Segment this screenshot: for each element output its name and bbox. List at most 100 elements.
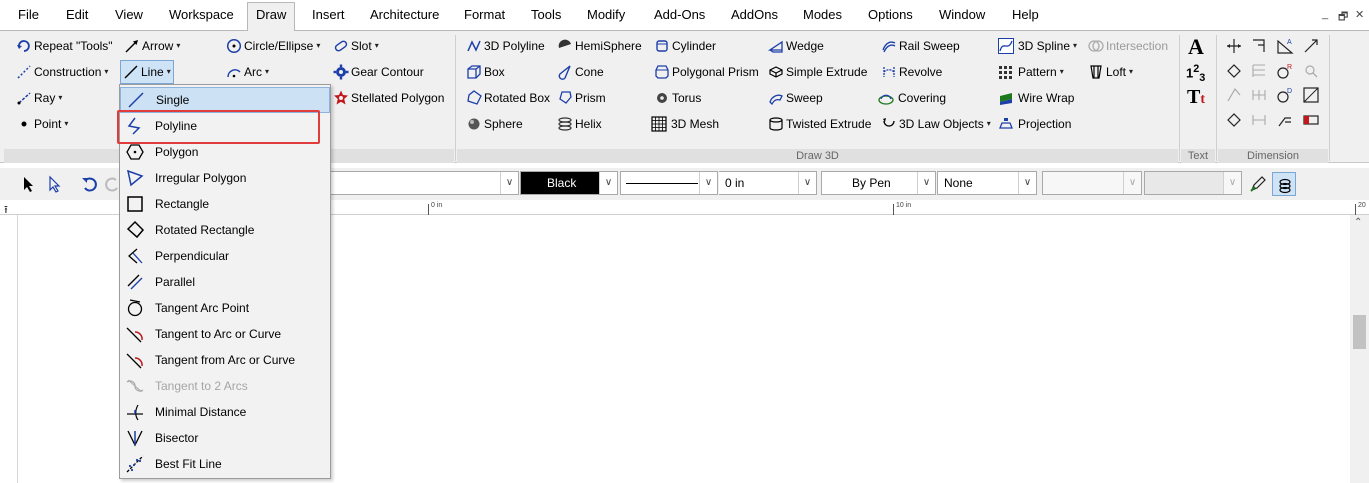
menu-modify[interactable]: Modify (587, 6, 625, 26)
menu-item-bisector[interactable]: Bisector (120, 425, 330, 451)
dimension-horizontal-icon[interactable] (1225, 37, 1243, 55)
undo-icon[interactable] (80, 175, 98, 193)
dimension-tolerance-icon[interactable] (1302, 111, 1320, 129)
menu-architecture[interactable]: Architecture (370, 6, 439, 26)
text-format-icon[interactable]: Tt (1187, 86, 1205, 109)
dimension-chain-icon[interactable] (1250, 86, 1268, 104)
minimize-icon[interactable]: _ (1322, 8, 1328, 20)
projection-button[interactable]: Projection (998, 113, 1071, 135)
select-edit-icon[interactable] (46, 175, 64, 193)
helix-button[interactable]: Helix (557, 113, 602, 135)
menu-add-ons[interactable]: Add-Ons (654, 6, 705, 26)
construction-button[interactable]: Construction ▾ (16, 61, 108, 83)
layers-toggle[interactable] (1272, 172, 1296, 196)
3d-polyline-button[interactable]: 3D Polyline (466, 35, 545, 57)
simple-extrude-button[interactable]: Simple Extrude (768, 61, 867, 83)
menu-tools[interactable]: Tools (531, 6, 561, 26)
torus-button[interactable]: Torus (654, 87, 701, 109)
prism-button[interactable]: Prism (557, 87, 606, 109)
attribute-select-2[interactable]: ∨ (1144, 171, 1242, 195)
menu-file[interactable]: File (18, 6, 39, 26)
wire-wrap-button[interactable]: Wire Wrap (998, 87, 1074, 109)
3d-mesh-button[interactable]: 3D Mesh (651, 113, 719, 135)
menu-item-parallel[interactable]: Parallel (120, 269, 330, 295)
dimension-arc-icon[interactable] (1302, 37, 1320, 55)
box-button[interactable]: Box (466, 61, 505, 83)
dimension-vertical-icon[interactable] (1250, 37, 1268, 55)
close-icon[interactable]: ✕ (1355, 8, 1364, 21)
scrollbar-thumb[interactable] (1353, 315, 1366, 349)
chevron-down-icon[interactable]: ∨ (500, 172, 518, 194)
none-select[interactable]: None ∨ (937, 171, 1037, 195)
revolve-button[interactable]: Revolve (881, 61, 942, 83)
chevron-down-icon[interactable]: ∨ (798, 172, 816, 194)
dimension-continue-icon[interactable] (1250, 111, 1268, 129)
chevron-down-icon[interactable]: ∨ (1123, 172, 1141, 194)
twisted-extrude-button[interactable]: Twisted Extrude (768, 113, 871, 135)
restore-icon[interactable]: 🗗 (1338, 8, 1348, 27)
chevron-down-icon[interactable]: ∨ (1223, 172, 1241, 194)
pencil-icon[interactable] (1249, 175, 1267, 193)
menu-item-tangent-to-arc[interactable]: Tangent to Arc or Curve (120, 321, 330, 347)
3d-law-objects-button[interactable]: 3D Law Objects ▾ (881, 113, 991, 135)
dimension-box-icon[interactable] (1302, 86, 1320, 104)
dimension-search-icon[interactable] (1302, 62, 1320, 80)
text-tool-icon[interactable]: A (1188, 34, 1204, 60)
sweep-button[interactable]: Sweep (768, 87, 823, 109)
wedge-button[interactable]: Wedge (768, 35, 824, 57)
menu-insert[interactable]: Insert (312, 6, 345, 26)
sphere-button[interactable]: Sphere (466, 113, 523, 135)
menu-draw[interactable]: Draw (247, 2, 296, 31)
line-thickness-select[interactable]: 0 in ∨ (719, 171, 817, 195)
pattern-button[interactable]: Pattern ▾ (998, 61, 1064, 83)
arrow-button[interactable]: Arrow ▾ (124, 35, 180, 57)
menu-format[interactable]: Format (464, 6, 505, 26)
chevron-down-icon[interactable]: ∨ (699, 172, 717, 194)
loft-button[interactable]: Loft ▾ (1088, 61, 1133, 83)
menu-item-tangent-arc-point[interactable]: Tangent Arc Point (120, 295, 330, 321)
numbering-icon[interactable]: 123 (1186, 63, 1205, 84)
3d-spline-button[interactable]: 3D Spline ▾ (998, 35, 1077, 57)
dimension-leader-icon[interactable] (1225, 111, 1243, 129)
point-button[interactable]: Point ▾ (16, 113, 68, 135)
menu-help[interactable]: Help (1012, 6, 1039, 26)
select-arrow-icon[interactable] (20, 175, 38, 193)
menu-item-irregular-polygon[interactable]: Irregular Polygon (120, 165, 330, 191)
layer-select[interactable]: ∨ (330, 171, 519, 195)
scroll-up-icon[interactable]: ⌃ (1354, 217, 1362, 228)
menu-window[interactable]: Window (939, 6, 985, 26)
menu-modes[interactable]: Modes (803, 6, 842, 26)
dimension-aligned-icon[interactable] (1225, 62, 1243, 80)
menu-view[interactable]: View (115, 6, 143, 26)
covering-button[interactable]: Covering (878, 87, 946, 109)
line-button[interactable]: Line ▾ (120, 60, 174, 84)
menu-item-best-fit-line[interactable]: Best Fit Line (120, 451, 330, 477)
menu-workspace[interactable]: Workspace (169, 6, 234, 26)
rail-sweep-button[interactable]: Rail Sweep (881, 35, 960, 57)
menu-options[interactable]: Options (868, 6, 913, 26)
dimension-diameter-icon[interactable]: D (1276, 86, 1294, 104)
menu-item-tangent-from-arc[interactable]: Tangent from Arc or Curve (120, 347, 330, 373)
menu-item-minimal-distance[interactable]: Minimal Distance (120, 399, 330, 425)
attribute-select-1[interactable]: ∨ (1042, 171, 1142, 195)
cylinder-button[interactable]: Cylinder (654, 35, 716, 57)
intersection-button[interactable]: Intersection (1088, 35, 1168, 57)
rotated-box-button[interactable]: Rotated Box (466, 87, 550, 109)
hemisphere-button[interactable]: HemiSphere (557, 35, 642, 57)
color-select[interactable]: Black ∨ (520, 171, 618, 195)
chevron-down-icon[interactable]: ∨ (599, 172, 617, 194)
arc-button[interactable]: Arc ▾ (226, 61, 269, 83)
dimension-baseline-icon[interactable] (1250, 62, 1268, 80)
cone-button[interactable]: Cone (557, 61, 604, 83)
circle-ellipse-button[interactable]: Circle/Ellipse ▾ (226, 35, 320, 57)
gear-contour-button[interactable]: Gear Contour (333, 61, 424, 83)
line-style-select[interactable]: ∨ (620, 171, 718, 195)
menu-addons[interactable]: AddOns (731, 6, 778, 26)
chevron-down-icon[interactable]: ∨ (1018, 172, 1036, 194)
ray-button[interactable]: Ray ▾ (16, 87, 62, 109)
dimension-ordinate-icon[interactable] (1225, 86, 1243, 104)
pen-select[interactable]: By Pen ∨ (821, 171, 936, 195)
repeat-tools-button[interactable]: Repeat "Tools" (16, 35, 113, 57)
menu-item-rectangle[interactable]: Rectangle (120, 191, 330, 217)
polygonal-prism-button[interactable]: Polygonal Prism (654, 61, 759, 83)
